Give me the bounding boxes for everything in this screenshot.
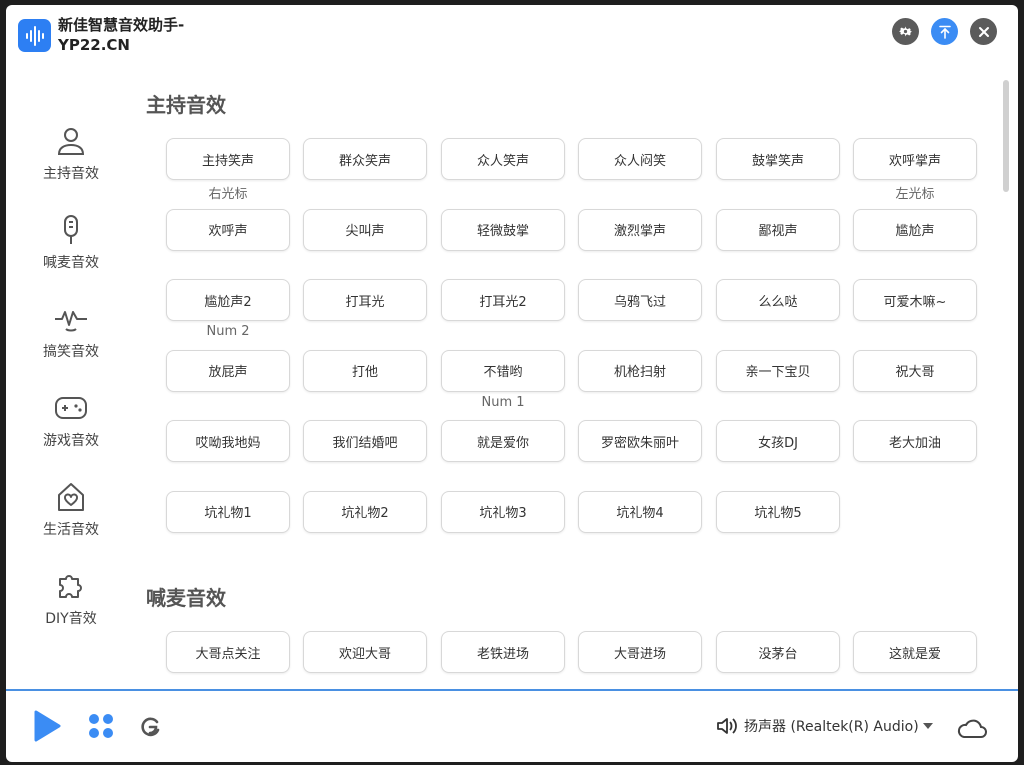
settings-button[interactable] (892, 18, 919, 45)
sidebar-item-funny[interactable]: 搞笑音效 (6, 303, 136, 383)
speaker-icon (717, 718, 737, 734)
sidebar-item-label: 搞笑音效 (43, 344, 99, 360)
sfx-button[interactable]: 老铁进场 (441, 631, 565, 673)
sfx-button[interactable]: 打耳光 (303, 279, 427, 321)
hotkey-label: 右光标 (208, 187, 248, 202)
sfx-button[interactable]: 这就是爱 (853, 631, 977, 673)
sfx-button[interactable]: 欢呼声 (166, 208, 290, 251)
sfx-button[interactable]: 哎呦我地妈 (166, 420, 290, 462)
person-icon (57, 128, 85, 155)
app-logo-icon (18, 19, 51, 52)
sfx-button[interactable]: 大哥进场 (578, 631, 702, 673)
sfx-button[interactable]: 没茅台 (716, 631, 840, 673)
sfx-button[interactable]: 我们结婚吧 (303, 420, 427, 462)
sfx-button[interactable]: 欢迎大哥 (303, 631, 427, 673)
sfx-button[interactable]: 鄙视声 (716, 208, 840, 251)
sound-effects-panel: 主持音效 主持笑声 群众笑声 众人笑声 众人闷笑 鼓掌笑声 欢呼掌声欢呼声 尖叫声 轻微鼓掌激… (146, 80, 996, 685)
sfx-button[interactable]: 尖叫声 (303, 208, 427, 251)
sidebar-item-label: 生活音效 (43, 522, 99, 538)
home-heart-icon (58, 483, 84, 511)
app-title: 新佳智慧音效助手-YP22.CN (58, 16, 185, 54)
sfx-button[interactable]: 尴尬声2 (166, 279, 290, 321)
sidebar-item-label: 游戏音效 (43, 433, 99, 449)
close-button[interactable] (970, 18, 997, 45)
section-title-shout: 喊麦音效 (146, 586, 226, 610)
sidebar-item-diy[interactable]: DIY音效 (6, 570, 136, 650)
sfx-button[interactable]: 坑礼物2 (303, 490, 427, 533)
sfx-button[interactable]: 亲一下宝贝 (716, 349, 840, 392)
sfx-button[interactable]: 乌鸦飞过 (578, 279, 702, 321)
sidebar-item-life[interactable]: 生活音效 (6, 481, 136, 561)
app-window: 新佳智慧音效助手-YP22.CN 主持音效 喊麦音效 搞笑音效 游戏音效 生活音… (6, 5, 1018, 762)
sidebar-item-label: 主持音效 (43, 166, 99, 182)
pin-top-icon (938, 25, 951, 39)
title-bar: 新佳智慧音效助手-YP22.CN (6, 5, 1018, 75)
grid-view-button[interactable] (88, 713, 114, 743)
play-icon (34, 710, 61, 742)
four-leaf-grid-icon (89, 714, 113, 738)
sfx-button[interactable]: 鼓掌笑声 (716, 138, 840, 180)
sfx-button[interactable]: 坑礼物5 (716, 490, 840, 533)
sfx-button[interactable]: 可爱木嘛~ (853, 279, 977, 321)
loop-icon (141, 717, 160, 737)
microphone-icon (64, 215, 78, 244)
hotkey-label: 左光标 (895, 187, 935, 202)
sfx-button[interactable]: 众人笑声 (441, 138, 565, 180)
sfx-button[interactable]: 尴尬声 (853, 208, 977, 251)
sfx-button[interactable]: 坑礼物3 (441, 490, 565, 533)
audio-device-label: 扬声器 (Realtek(R) Audio) (744, 719, 919, 735)
sidebar-item-host[interactable]: 主持音效 (6, 125, 136, 205)
sfx-button[interactable]: 坑礼物1 (166, 490, 290, 533)
sfx-button[interactable]: 女孩DJ (716, 420, 840, 462)
sfx-button[interactable]: 么么哒 (716, 279, 840, 321)
sfx-button[interactable]: 欢呼掌声 (853, 138, 977, 180)
sfx-button[interactable]: 坑礼物4 (578, 490, 702, 533)
scrollbar[interactable] (1003, 80, 1009, 192)
sidebar-item-label: 喊麦音效 (43, 255, 99, 271)
cloud-icon (957, 719, 987, 738)
puzzle-icon (59, 575, 82, 598)
sfx-button[interactable]: 主持笑声 (166, 138, 290, 180)
sfx-button[interactable]: 轻微鼓掌 (441, 208, 565, 251)
sidebar-item-shout[interactable]: 喊麦音效 (6, 214, 136, 294)
chevron-down-icon (922, 723, 933, 729)
footer-bar: 扬声器 (Realtek(R) Audio) (6, 691, 1018, 762)
hotkey-label: Num 1 (481, 395, 525, 410)
sfx-button[interactable]: 大哥点关注 (166, 631, 290, 673)
pin-on-top-button[interactable] (931, 18, 958, 45)
sfx-button[interactable]: 激烈掌声 (578, 208, 702, 251)
sfx-button[interactable]: 不错哟 (441, 349, 565, 392)
sfx-button[interactable]: 众人闷笑 (578, 138, 702, 180)
sfx-button[interactable]: 老大加油 (853, 420, 977, 462)
audio-device-select[interactable]: 扬声器 (Realtek(R) Audio) (716, 716, 933, 736)
funny-face-icon (55, 311, 87, 332)
loop-button[interactable] (139, 716, 161, 742)
sfx-button[interactable]: 祝大哥 (853, 349, 977, 392)
sfx-button[interactable]: 就是爱你 (441, 420, 565, 462)
sfx-button[interactable]: 打耳光2 (441, 279, 565, 321)
play-button[interactable] (32, 709, 62, 747)
sfx-button[interactable]: 打他 (303, 349, 427, 392)
sidebar-item-game[interactable]: 游戏音效 (6, 392, 136, 472)
close-icon (978, 26, 989, 37)
section-title-host: 主持音效 (146, 93, 226, 117)
hotkey-label: Num 2 (206, 324, 250, 339)
sfx-button[interactable]: 机枪扫射 (578, 349, 702, 392)
sfx-button[interactable]: 罗密欧朱丽叶 (578, 420, 702, 462)
sidebar-item-label: DIY音效 (45, 611, 97, 627)
sfx-button[interactable]: 放屁声 (166, 349, 290, 392)
gamepad-icon (55, 397, 87, 419)
sfx-button[interactable]: 群众笑声 (303, 138, 427, 180)
gear-icon (899, 26, 912, 37)
cloud-button[interactable] (956, 716, 988, 744)
